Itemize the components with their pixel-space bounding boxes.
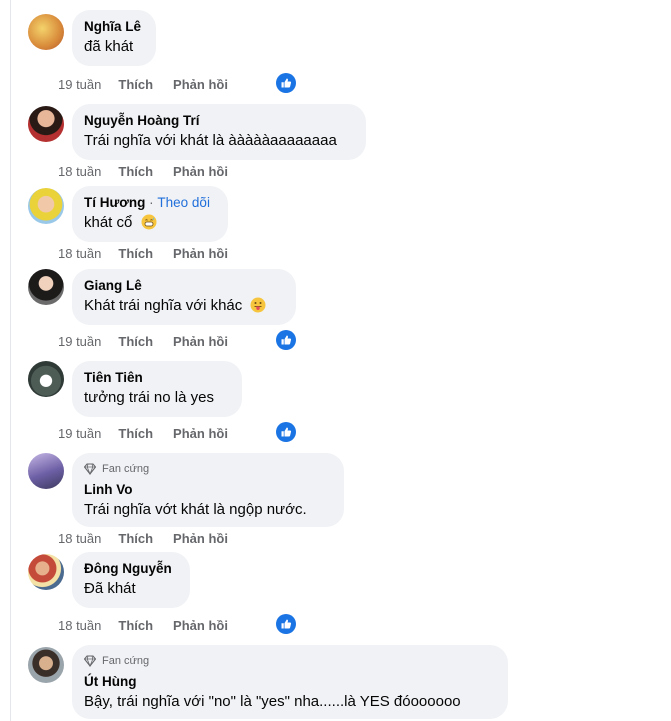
- like-reaction-icon[interactable]: [276, 614, 296, 634]
- diamond-icon: [84, 463, 96, 475]
- comment-author[interactable]: Giang Lê: [84, 277, 284, 295]
- reply-button[interactable]: Phản hồi: [173, 618, 228, 633]
- avatar[interactable]: [28, 453, 64, 489]
- comment-actions: 19 tuần Thích Phản hồi: [58, 330, 228, 352]
- badge-label: Fan cứng: [102, 463, 150, 475]
- like-reaction-icon[interactable]: [276, 422, 296, 442]
- comment-text-content: khát cổ: [84, 214, 133, 231]
- comment-actions: 18 tuần Thích Phản hồi: [58, 160, 228, 182]
- badge-label: Fan cứng: [102, 655, 150, 667]
- diamond-icon: [84, 655, 96, 667]
- comment-bubble: Fan cứng Linh Vo Trái nghĩa vớt khát là …: [72, 453, 344, 527]
- comment-bubble: Tiên Tiên tưởng trái no là yes: [72, 361, 242, 417]
- comment-author[interactable]: Nghĩa Lê: [84, 18, 144, 36]
- comment-text: đã khát: [84, 38, 134, 55]
- comment-text: Khát trái nghĩa với khác: [84, 295, 284, 317]
- follow-link[interactable]: Theo dõi: [157, 195, 210, 210]
- comment-bubble: Đông Nguyễn Đã khát: [72, 552, 190, 608]
- comment-author[interactable]: Đông Nguyễn: [84, 560, 178, 578]
- comment-time[interactable]: 18 tuần: [58, 246, 101, 261]
- top-fan-badge: Fan cứng: [84, 461, 332, 477]
- comment-bubble: Fan cứng Út Hùng Bậy, trái nghĩa với "no…: [72, 645, 508, 719]
- comment-bubble: Nghĩa Lê đã khát: [72, 10, 156, 66]
- tongue-emoji-icon: [250, 297, 266, 313]
- comment-text: khát cổ: [84, 212, 216, 234]
- reply-button[interactable]: Phản hồi: [173, 246, 228, 261]
- comment-author-name[interactable]: Tí Hương: [84, 195, 145, 210]
- comment-text: Bậy, trái nghĩa với "no" là "yes" nha...…: [84, 693, 461, 710]
- like-button[interactable]: Thích: [118, 531, 153, 546]
- comment-text: Trái nghĩa vớt khát là ngộp nước.: [84, 501, 307, 518]
- comment-text: Đã khát: [84, 580, 136, 597]
- like-button[interactable]: Thích: [118, 246, 153, 261]
- comment-actions: 18 tuần Thích Phản hồi: [58, 527, 228, 549]
- comment-author: Tí Hương · Theo dõi: [84, 194, 216, 212]
- comment-author[interactable]: Nguyễn Hoàng Trí: [84, 112, 354, 130]
- avatar[interactable]: [28, 188, 64, 224]
- like-button[interactable]: Thích: [118, 618, 153, 633]
- comment-author[interactable]: Linh Vo: [84, 481, 332, 499]
- reply-button[interactable]: Phản hồi: [173, 334, 228, 349]
- avatar[interactable]: [28, 269, 64, 305]
- top-fan-badge: Fan cứng: [84, 653, 496, 669]
- avatar[interactable]: [28, 361, 64, 397]
- comment-text: Trái nghĩa với khát là àààààaaaaaaaa: [84, 132, 337, 149]
- comment-time[interactable]: 18 tuần: [58, 164, 101, 179]
- comment-author[interactable]: Út Hùng: [84, 673, 496, 691]
- comment-time[interactable]: 18 tuần: [58, 618, 101, 633]
- comment-time[interactable]: 18 tuần: [58, 531, 101, 546]
- reply-button[interactable]: Phản hồi: [173, 77, 228, 92]
- comment-bubble: Giang Lê Khát trái nghĩa với khác: [72, 269, 296, 325]
- avatar[interactable]: [28, 14, 64, 50]
- like-button[interactable]: Thích: [118, 164, 153, 179]
- like-reaction-icon[interactable]: [276, 330, 296, 350]
- comment-actions: 19 tuần Thích Phản hồi: [58, 73, 228, 95]
- comment-time[interactable]: 19 tuần: [58, 334, 101, 349]
- comment-actions: 19 tuần Thích Phản hồi: [58, 422, 228, 444]
- thread-line: [10, 0, 11, 721]
- like-button[interactable]: Thích: [118, 334, 153, 349]
- comment-time[interactable]: 19 tuần: [58, 426, 101, 441]
- separator-dot: ·: [149, 195, 154, 210]
- grin-sweat-emoji-icon: [141, 214, 157, 230]
- reply-button[interactable]: Phản hồi: [173, 164, 228, 179]
- comment-actions: 18 tuần Thích Phản hồi: [58, 614, 228, 636]
- avatar[interactable]: [28, 647, 64, 683]
- avatar[interactable]: [28, 554, 64, 590]
- reply-button[interactable]: Phản hồi: [173, 531, 228, 546]
- comment-text-content: Khát trái nghĩa với khác: [84, 297, 243, 314]
- comment-actions: 18 tuần Thích Phản hồi: [58, 242, 228, 264]
- comment-author[interactable]: Tiên Tiên: [84, 369, 230, 387]
- like-button[interactable]: Thích: [118, 426, 153, 441]
- like-button[interactable]: Thích: [118, 77, 153, 92]
- like-reaction-icon[interactable]: [276, 73, 296, 93]
- comment-bubble: Tí Hương · Theo dõi khát cổ: [72, 186, 228, 242]
- comment-text: tưởng trái no là yes: [84, 389, 214, 406]
- comment-bubble: Nguyễn Hoàng Trí Trái nghĩa với khát là …: [72, 104, 366, 160]
- reply-button[interactable]: Phản hồi: [173, 426, 228, 441]
- avatar[interactable]: [28, 106, 64, 142]
- comment-time[interactable]: 19 tuần: [58, 77, 101, 92]
